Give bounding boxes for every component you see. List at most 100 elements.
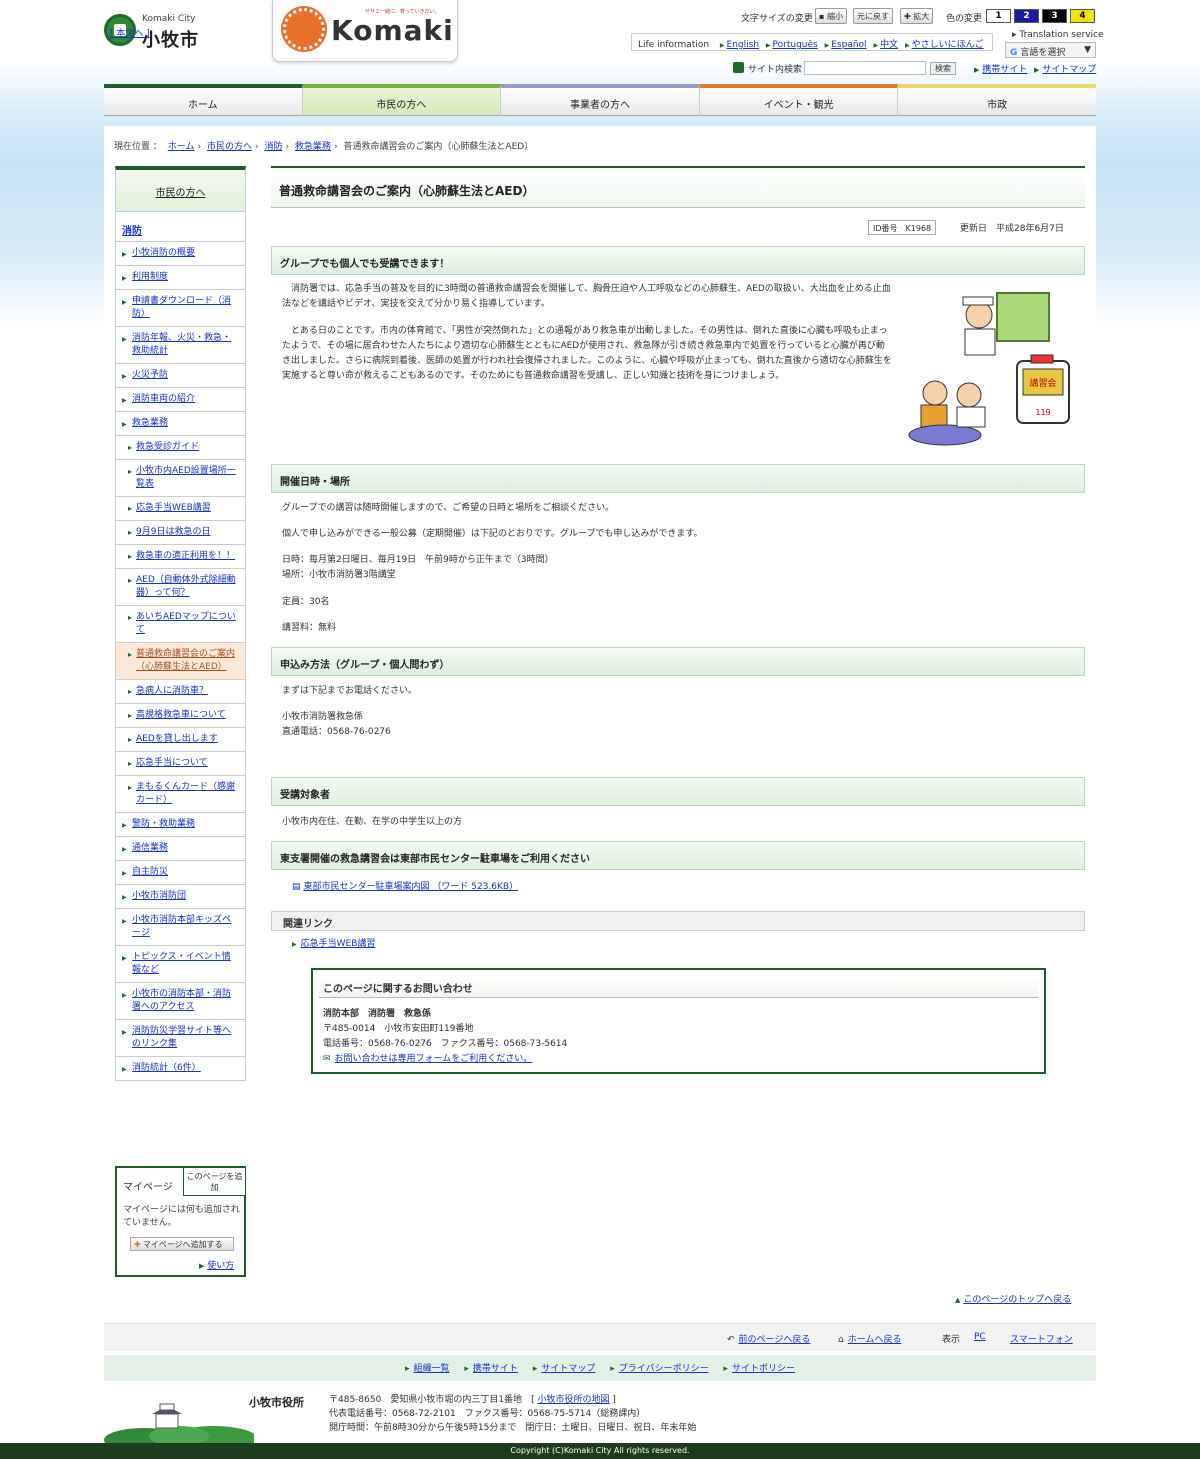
home-link[interactable]: ホームへ戻る	[838, 1332, 902, 1345]
color-2-button[interactable]: 2	[1014, 9, 1039, 23]
sidebar-item[interactable]: 申請書ダウンロード（消防）	[115, 290, 246, 327]
lang-english-link[interactable]: English	[720, 40, 760, 50]
sidebar-item[interactable]: 小牧消防の概要	[115, 242, 246, 266]
sidebar-subitem[interactable]: 急病人に消防車？	[115, 680, 246, 704]
sidebar-subitem-current[interactable]: 普通救命講習会のご案内（心肺蘇生法とAED）	[115, 643, 246, 680]
brand-mark-icon	[283, 8, 325, 50]
gnav-home[interactable]: ホーム	[104, 84, 303, 116]
footer-link-policy[interactable]: サイトポリシー	[723, 1364, 795, 1374]
add-to-mypage-button[interactable]: マイページへ追加する	[130, 1237, 234, 1251]
related-link[interactable]: 応急手当WEB講習	[292, 936, 376, 949]
sidebar-item[interactable]: 警防・救助業務	[115, 813, 246, 837]
city-hall-map-link[interactable]: 小牧市役所の地図	[537, 1395, 609, 1405]
back-link[interactable]: 前のページへ戻る	[727, 1332, 811, 1345]
mypage-add-tab[interactable]: このページを追加	[183, 1168, 245, 1196]
sidebar-item[interactable]: 消防防災学習サイト等へのリンク集	[115, 1020, 246, 1057]
lang-chinese-link[interactable]: 中文	[873, 40, 898, 50]
gnav-city-admin[interactable]: 市政	[898, 84, 1096, 116]
sidebar-item[interactable]: 小牧市の消防本部・消防署へのアクセス	[115, 983, 246, 1020]
contact-phone: 電話番号：0568-76-0276 ファクス番号：0568-73-5614	[323, 1039, 568, 1049]
search-label: サイト内検索	[748, 65, 803, 75]
mypage-empty-text: マイページには何も追加されていません。	[123, 1205, 240, 1228]
mypage-howto-link[interactable]: ▶ 使い方	[199, 1258, 234, 1271]
sidebar-title[interactable]: 市民の方へ	[115, 166, 246, 212]
sidebar-subitem[interactable]: 応急手当WEB講習	[115, 497, 246, 521]
sidebar-subitem[interactable]: 小牧市内AED設置場所一覧表	[115, 460, 246, 497]
smartphone-view-link[interactable]: スマートフォン	[1010, 1332, 1073, 1345]
sidebar-item[interactable]: 通信業務	[115, 837, 246, 861]
related-links-heading: 関連リンク	[271, 911, 1085, 931]
sidebar-section-fire[interactable]: 消防	[115, 212, 246, 242]
font-larger-button[interactable]: ✚ 拡大	[900, 8, 934, 24]
sidebar-subitem[interactable]: 救急受診ガイド	[115, 436, 246, 460]
sidebar-item[interactable]: 小牧市消防団	[115, 885, 246, 909]
search-button[interactable]: 検索	[930, 62, 956, 75]
city-name-en: Komaki City	[142, 14, 196, 24]
target-text: 小牧市内在住、在勤、在学の中学生以上の方	[282, 817, 463, 827]
sitemap-link-text: サイトマップ	[1042, 65, 1097, 75]
skip-to-main-link[interactable]: [ 本文へ ]	[110, 26, 150, 39]
page-top-link[interactable]: このページのトップへ戻る	[955, 1292, 1071, 1305]
breadcrumb-citizens[interactable]: 市民の方へ	[207, 142, 252, 152]
footer-link-org[interactable]: 組織一覧	[405, 1364, 450, 1374]
language-select[interactable]: G 言語を選択 ▼	[1005, 42, 1096, 58]
footer-address-line3: 開庁時間：午前8時30分から午後5時15分まで 閉庁日：土曜日、日曜日、祝日、年…	[329, 1423, 697, 1433]
fee: 講習料：無料	[282, 623, 337, 633]
apply-contact-tel: 直通電話：0568-76-0276	[282, 727, 391, 737]
sidebar-subitem[interactable]: AED（自動体外式除細動器）って何？	[115, 569, 246, 606]
sidebar-item[interactable]: 自主防災	[115, 861, 246, 885]
translation-service-text: Translation service	[1019, 30, 1104, 40]
breadcrumb-ambulance[interactable]: 救急業務	[295, 142, 331, 152]
sidebar-item[interactable]: 火災予防	[115, 364, 246, 388]
language-bar: Life information English Português Españ…	[631, 33, 993, 51]
footer-bar: 前のページへ戻る ホームへ戻る 表示 PC スマートフォン	[104, 1323, 1096, 1351]
sidebar-item[interactable]: 利用制度	[115, 266, 246, 290]
breadcrumb-label: 現在位置 ：	[114, 142, 162, 152]
contact-box: このページに関するお問い合わせ 消防本部 消防署 救急係 〒485-0014 小…	[311, 968, 1046, 1074]
parking-map-doc-link[interactable]: 東部市民センター駐車場案内図 （ワード 523.6KB）	[292, 879, 519, 892]
breadcrumb-fire[interactable]: 消防	[264, 142, 282, 152]
font-reset-button[interactable]: 元に戻す	[853, 8, 893, 24]
global-nav: ホーム 市民の方へ 事業者の方へ イベント・観光 市政	[104, 84, 1096, 116]
sidebar-item[interactable]: トピックス・イベント情報など	[115, 946, 246, 983]
sidebar-subitem[interactable]: あいちAEDマップについて	[115, 606, 246, 643]
color-4-button[interactable]: 4	[1070, 9, 1095, 23]
sidebar-subitem[interactable]: 応急手当について	[115, 752, 246, 776]
sidebar-subitem[interactable]: 救急車の適正利用を！！	[115, 545, 246, 569]
color-1-button[interactable]: 1	[986, 9, 1011, 23]
footer-link-sitemap[interactable]: サイトマップ	[533, 1364, 595, 1374]
heading-datetime: 開催日時・場所	[271, 464, 1085, 493]
gnav-events[interactable]: イベント・観光	[699, 84, 899, 116]
contact-form-link[interactable]: お問い合わせは専用フォームをご利用ください。	[323, 1051, 533, 1064]
sidebar-subitem[interactable]: まもるくんカード（感謝カード）	[115, 776, 246, 813]
sidebar-subitem[interactable]: 高規格救急車について	[115, 704, 246, 728]
sidebar-subitem[interactable]: 9月9日は救急の日	[115, 521, 246, 545]
color-3-button[interactable]: 3	[1042, 9, 1067, 23]
mobile-site-link[interactable]: ▶ 携帯サイト	[974, 62, 1027, 75]
search-input[interactable]	[804, 61, 926, 75]
lang-spanish-link[interactable]: Español	[825, 40, 866, 50]
sidebar-item[interactable]: 消防統計（6件）	[115, 1057, 246, 1081]
lang-easy-japanese-link[interactable]: やさしいにほんご	[905, 40, 984, 50]
footer-address: 〒485-8650 愛知県小牧市堀の内三丁目1番地 [ 小牧市役所の地図 ] 代…	[329, 1395, 697, 1433]
related-link-text: 応急手当WEB講習	[300, 939, 376, 949]
sitemap-link[interactable]: ▶ サイトマップ	[1034, 62, 1096, 75]
sidebar-item[interactable]: 救急業務	[115, 412, 246, 436]
font-smaller-button[interactable]: ▪ 縮小	[815, 8, 847, 24]
footer-link-privacy[interactable]: プライバシーポリシー	[610, 1364, 709, 1374]
footer-link-mobile[interactable]: 携帯サイト	[464, 1364, 518, 1374]
brand-logo[interactable]: ササエ一緒に、育っていきたい。 Komaki	[272, 0, 458, 62]
mypage-box: マイページ このページを追加 マイページには何も追加されていません。 マイページ…	[115, 1166, 246, 1277]
sidebar-item[interactable]: 消防車両の紹介	[115, 388, 246, 412]
sidebar-item[interactable]: 小牧市消防本部キッズページ	[115, 909, 246, 946]
updated-date: 更新日 平成28年6月7日	[960, 224, 1064, 234]
sidebar-title-text: 市民の方へ	[155, 188, 206, 199]
sidebar-item[interactable]: 消防年報、火災・救急・救助統計	[115, 327, 246, 364]
breadcrumb-home[interactable]: ホーム	[168, 142, 195, 152]
sidebar-subitem[interactable]: AEDを貸し出します	[115, 728, 246, 752]
pc-view-link[interactable]: PC	[974, 1332, 986, 1342]
gnav-citizens[interactable]: 市民の方へ	[302, 84, 502, 116]
gnav-business[interactable]: 事業者の方へ	[501, 84, 700, 116]
lang-portuguese-link[interactable]: Português	[766, 40, 818, 50]
paragraph-intro: 消防署では、応急手当の普及を目的に3時間の普通救命講習会を開催して、胸骨圧迫や人…	[282, 284, 891, 309]
